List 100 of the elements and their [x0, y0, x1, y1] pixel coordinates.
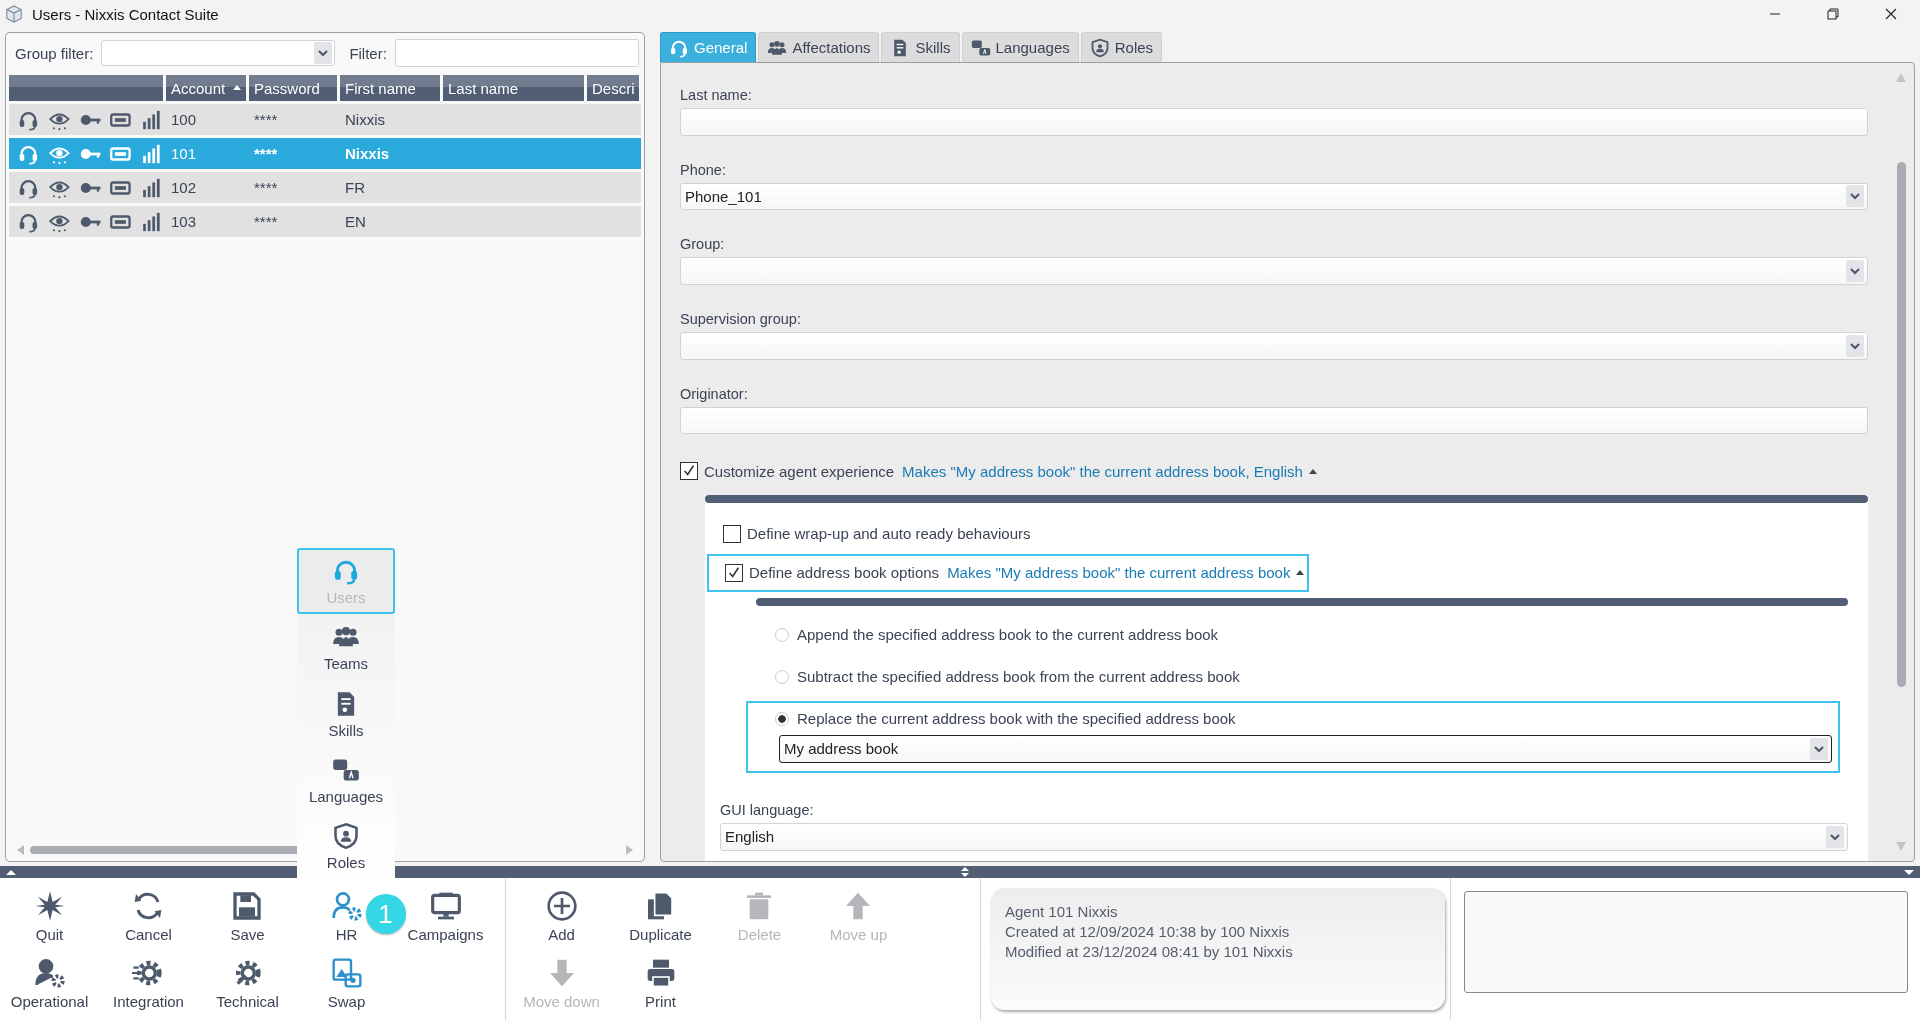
- person-gear-icon: [330, 890, 363, 922]
- option-row[interactable]: Define wrap-up and auto ready behaviours: [705, 516, 1038, 551]
- table-cell-text: 101: [170, 145, 198, 162]
- notification-badge: 1: [365, 894, 406, 934]
- toolbar-button[interactable]: Quit: [33, 888, 66, 955]
- dropdown-field[interactable]: [680, 331, 1868, 360]
- chevron-down-icon: [1846, 334, 1864, 357]
- toolbar-button[interactable]: Add: [545, 888, 578, 955]
- check-icon: [682, 464, 696, 479]
- field-label: Originator:: [680, 384, 749, 403]
- menu-item[interactable]: Roles: [297, 813, 395, 881]
- summary-link[interactable]: Makes "My address book" the current address book: [947, 564, 1291, 582]
- column-header[interactable]: Account: [166, 75, 246, 101]
- table-cell-text: Nixxis: [344, 145, 391, 162]
- menu-item[interactable]: Languages: [297, 747, 395, 814]
- tab[interactable]: Skills: [881, 32, 960, 62]
- menu-item[interactable]: Teams: [297, 614, 395, 681]
- signal-bars-icon: [140, 210, 163, 233]
- tab[interactable]: Roles: [1080, 32, 1163, 62]
- check-icon: [727, 565, 741, 580]
- table-cell-text: FR: [344, 179, 366, 196]
- field-label: Filter:: [348, 44, 387, 62]
- checkbox-label: Define wrap-up and auto ready behaviours: [747, 525, 1031, 543]
- chevron-down-icon: [314, 42, 333, 64]
- field-label: Last name:: [680, 86, 753, 104]
- toolbar-button[interactable]: Campaigns: [407, 888, 484, 955]
- info-text: Agent 101 Nixxis: [1005, 902, 1119, 922]
- filter-field[interactable]: [394, 39, 639, 67]
- field-label: Group filter:: [14, 44, 94, 62]
- table-cell-text: 103: [170, 213, 198, 230]
- column-header[interactable]: Descri: [587, 75, 639, 101]
- radio-label: Subtract the specified address book from the current address book: [797, 668, 1240, 686]
- plus-circle-icon: [545, 890, 578, 922]
- monitor-icon: [429, 890, 462, 922]
- caret-icon[interactable]: [1308, 468, 1317, 474]
- column-header[interactable]: Password: [249, 75, 337, 101]
- focused-option[interactable]: Define address book options Makes "My address book" the current address book: [707, 553, 1310, 592]
- chevron-down-icon: [1826, 825, 1844, 848]
- toolbar-button[interactable]: Swap: [327, 955, 366, 1020]
- checkbox-label: Define address book options: [749, 564, 940, 582]
- table-cell-text: ****: [253, 213, 279, 230]
- picture-icon: [330, 957, 363, 989]
- chevron-down-icon: [1810, 737, 1828, 760]
- radio-label: Replace the current address book with the specified address book: [797, 710, 1236, 728]
- toolbar-button[interactable]: Duplicate: [629, 888, 692, 955]
- input-field[interactable]: [680, 108, 1868, 136]
- close-icon: [1885, 8, 1897, 20]
- checkbox[interactable]: [725, 563, 743, 582]
- signal-bars-icon: [140, 108, 163, 131]
- table-cell-text: ****: [253, 111, 279, 128]
- notes-field[interactable]: [1464, 891, 1908, 993]
- group-filter-dropdown[interactable]: [101, 40, 336, 66]
- table-cell-text: 100: [170, 111, 198, 128]
- table-cell-text: EN: [344, 213, 367, 230]
- toolbar-button[interactable]: Technical: [216, 955, 279, 1020]
- input-field[interactable]: [680, 406, 1868, 435]
- radio-button[interactable]: [775, 627, 789, 642]
- shield-icon: [1089, 37, 1110, 58]
- tab[interactable]: Affectations: [758, 32, 880, 62]
- chevron-down-icon: [1846, 185, 1864, 208]
- table-row[interactable]: 103 **** EN: [9, 206, 641, 237]
- toolbar-button[interactable]: Operational: [10, 955, 89, 1020]
- info-text: Created at 12/09/2024 10:38 by 100 Nixxis: [1005, 922, 1291, 942]
- checkbox[interactable]: [723, 524, 741, 543]
- chevron-down-icon: [1846, 260, 1864, 283]
- dropdown-field[interactable]: [680, 257, 1868, 285]
- info-text: Modified at 23/12/2024 08:41 by 101 Nixxis: [1005, 942, 1294, 962]
- splitter-bar[interactable]: [0, 866, 1920, 878]
- toolbar-button[interactable]: Integration: [113, 955, 184, 1020]
- checkbox[interactable]: [680, 462, 698, 481]
- column-header[interactable]: First name: [340, 75, 440, 101]
- shield-icon: [331, 822, 361, 851]
- radio-label: Append the specified address book to the current address book: [797, 626, 1219, 644]
- restore-icon: [1827, 8, 1839, 20]
- table-row[interactable]: 100 **** Nixxis: [9, 104, 641, 135]
- toolbar-button[interactable]: Print: [644, 955, 677, 1020]
- column-header[interactable]: Last name: [443, 75, 584, 101]
- checkbox-label: Customize agent experience: [704, 462, 895, 480]
- window-title: Users - Nixxis Contact Suite: [32, 5, 219, 23]
- column-header[interactable]: [9, 75, 163, 101]
- field-label: GUI language:: [720, 800, 815, 819]
- dropdown-field[interactable]: English: [720, 822, 1848, 851]
- toolbar-button[interactable]: Save: [230, 888, 265, 955]
- menu-item[interactable]: Skills: [297, 680, 395, 748]
- summary-link[interactable]: Makes "My address book" the current address book, English: [902, 462, 1303, 480]
- signal-bars-icon: [140, 176, 163, 199]
- table-cell-text: Nixxis: [344, 111, 386, 128]
- tab[interactable]: Languages: [961, 32, 1079, 62]
- radio-button[interactable]: [775, 669, 789, 684]
- field-label: Supervision group:: [680, 309, 802, 328]
- dropdown-field[interactable]: My address book: [779, 734, 1832, 763]
- toolbar-button[interactable]: Cancel: [125, 888, 172, 955]
- table-cell-text: ****: [253, 145, 279, 162]
- table-row[interactable]: 102 **** FR: [9, 172, 641, 203]
- caret-icon[interactable]: [1296, 570, 1305, 576]
- dropdown-field[interactable]: Phone_101: [680, 182, 1868, 211]
- person-gear-icon: [33, 957, 66, 989]
- radio-button[interactable]: [775, 711, 789, 726]
- field-label: Phone:: [680, 160, 727, 179]
- field-label: Group:: [680, 235, 726, 254]
